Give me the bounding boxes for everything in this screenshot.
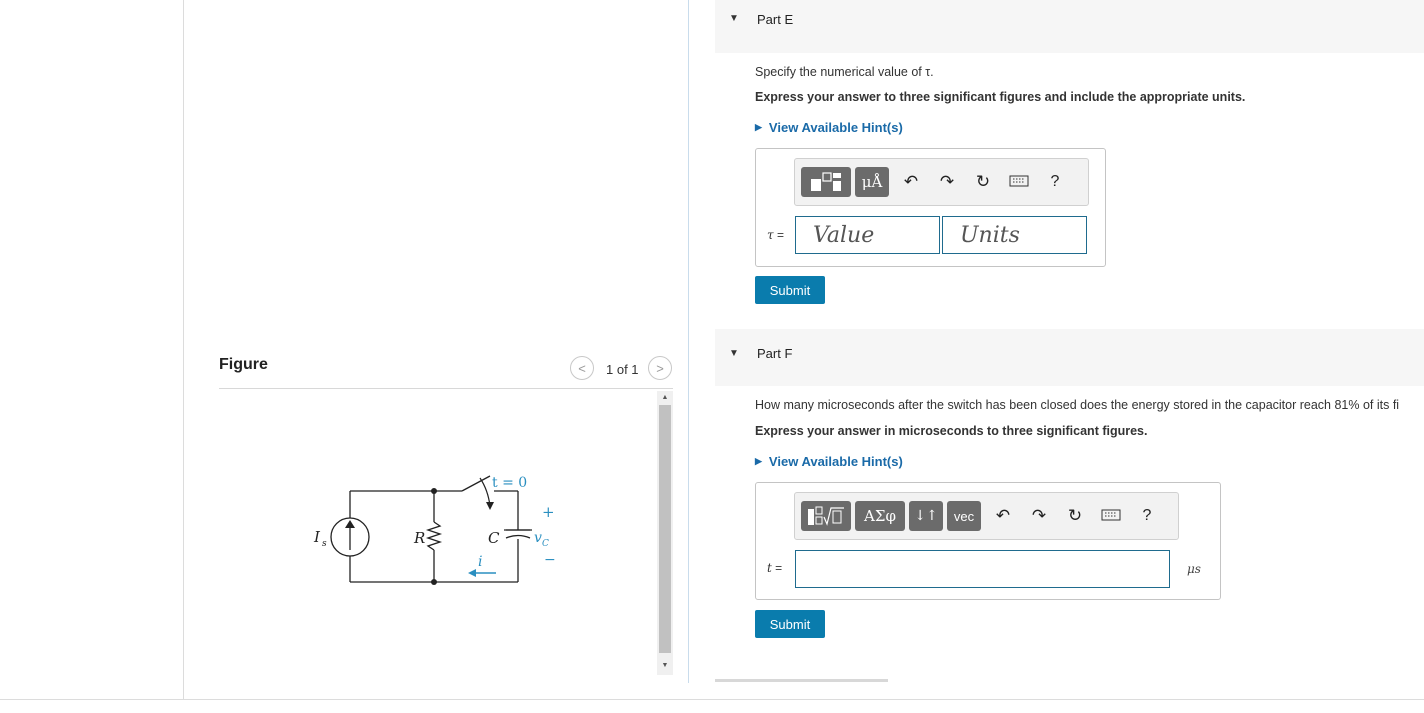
caret-right-icon: ▶ [755,122,762,132]
part-e-header[interactable]: ▼ Part E [715,0,1424,53]
bottom-divider [0,699,1424,700]
figure-pager: 1 of 1 [606,362,639,377]
switch-time-label: t = 0 [492,475,527,491]
chevron-left-icon: < [578,360,586,376]
subscript-superscript-button[interactable]: ↓↑ [909,501,943,531]
chevron-right-icon: > [656,360,664,376]
unit-label: μs [1187,562,1201,576]
source-label: I [313,528,321,546]
minus-sign: − [544,552,556,568]
template-grid-icon [811,172,841,191]
figure-title: Figure [219,356,268,373]
equals-sign: = [775,561,783,575]
t-label: t = [767,561,782,575]
part-f-instruction: Express your answer in microseconds to t… [755,424,1148,438]
collapse-caret-icon[interactable]: ▼ [729,348,739,359]
part-e-instruction: Express your answer to three significant… [755,90,1246,104]
part-f-question: How many microseconds after the switch h… [755,398,1400,412]
help-icon[interactable]: ? [1129,507,1165,525]
greek-symbols-button[interactable]: ΑΣφ [855,501,905,531]
value-input[interactable]: Value [795,216,940,254]
part-e-hint-label: View Available Hint(s) [768,120,903,135]
redo-icon[interactable]: ↷ [1021,506,1057,526]
circuit-diagram: I s R C t = 0 + v C − i [313,475,556,585]
resistor-label: R [413,529,425,547]
answer-input[interactable] [795,550,1170,588]
units-button[interactable]: μÅ [855,167,889,197]
capacitor-label: C [488,529,500,547]
left-divider [183,0,184,700]
part-f-header[interactable]: ▼ Part F [715,329,1424,386]
next-figure-button[interactable]: > [648,356,672,380]
caret-right-icon: ▶ [755,456,762,466]
scroll-down-arrow-icon[interactable]: ▼ [657,660,673,672]
part-f-toolbar: ΑΣφ ↓↑ vec ↶ ↷ ↻ ? [794,492,1179,540]
figure-scroll-thumb[interactable] [659,405,671,653]
t-symbol: t [767,561,772,575]
reset-icon[interactable]: ↻ [1057,506,1093,526]
current-label: i [478,554,482,570]
part-e-toolbar: μÅ ↶ ↷ ↻ ? [794,158,1089,206]
undo-icon[interactable]: ↶ [985,506,1021,526]
panel-divider [688,0,689,683]
figure-divider [219,388,673,389]
units-input[interactable]: Units [942,216,1087,254]
keyboard-icon[interactable] [1001,172,1037,192]
part-e-submit-button[interactable]: Submit [755,276,825,304]
equals-sign: = [776,228,784,242]
part-f-submit-button[interactable]: Submit [755,610,825,638]
templates-button[interactable] [801,501,851,531]
section-underline [715,679,888,682]
previous-figure-button[interactable]: < [570,356,594,380]
voltage-label: v [534,530,542,546]
tau-symbol: τ [767,228,774,242]
part-e-question: Specify the numerical value of τ. [755,65,934,79]
templates-button[interactable] [801,167,851,197]
scroll-up-arrow-icon[interactable]: ▲ [657,392,673,404]
plus-sign: + [542,503,555,521]
part-e-title: Part E [757,12,794,27]
part-f-title: Part F [757,346,793,361]
part-f-hint-toggle[interactable]: ▶ View Available Hint(s) [755,454,903,469]
tau-label: τ = [767,228,784,242]
undo-icon[interactable]: ↶ [893,172,929,192]
part-e-hint-toggle[interactable]: ▶ View Available Hint(s) [755,120,903,135]
voltage-subscript: C [542,539,549,549]
template-radical-icon [808,506,844,526]
redo-icon[interactable]: ↷ [929,172,965,192]
collapse-caret-icon[interactable]: ▼ [729,13,739,24]
part-f-hint-label: View Available Hint(s) [768,454,903,469]
vector-button[interactable]: vec [947,501,981,531]
keyboard-icon[interactable] [1093,506,1129,526]
help-icon[interactable]: ? [1037,173,1073,191]
reset-icon[interactable]: ↻ [965,172,1001,192]
source-subscript: s [322,539,327,549]
